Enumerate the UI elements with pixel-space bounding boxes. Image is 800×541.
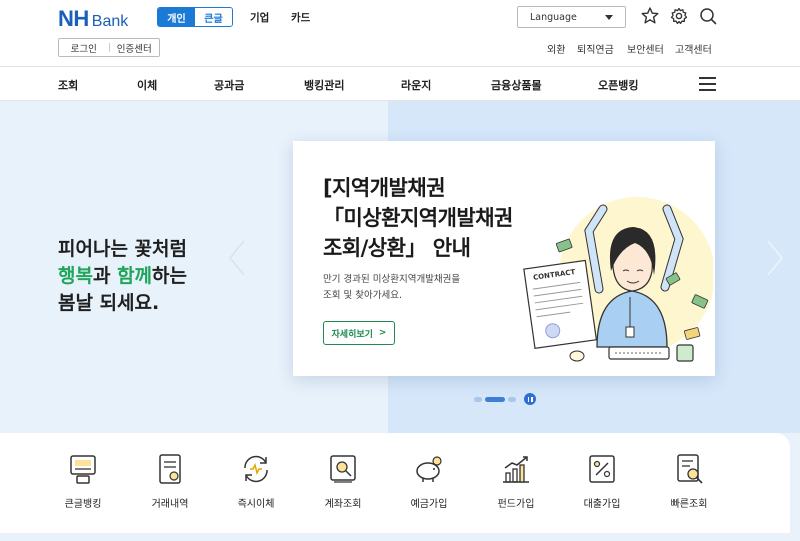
promo-description: 만기 경과된 미상환지역개발채권을 조회 및 찾아가세요.	[323, 274, 461, 301]
slogan-line-3: 봄날 되세요.	[58, 292, 160, 314]
quick-label: 즉시이체	[237, 499, 275, 510]
quick-label: 대출가입	[583, 499, 621, 510]
slide-indicator	[474, 393, 536, 405]
quick-label: 큰글뱅킹	[64, 499, 102, 510]
business-link[interactable]: 기업	[250, 10, 269, 25]
quick-inquiry-icon	[677, 454, 703, 484]
promo-card: [지역개발채권 「미상환지역개발채권 조회/상환」 안내 만기 경과된 미상환지…	[293, 141, 715, 376]
cert-center-link[interactable]: 인증센터	[110, 41, 160, 55]
util-retirement-pension[interactable]: 퇴직연금	[577, 41, 614, 56]
util-foreign-exchange[interactable]: 외환	[547, 41, 565, 56]
nav-banking-management[interactable]: 뱅킹관리	[304, 77, 344, 93]
promo-title: [지역개발채권 「미상환지역개발채권 조회/상환」 안내	[323, 176, 513, 260]
quick-label: 거래내역	[151, 499, 189, 510]
prev-slide-arrow-icon[interactable]	[226, 238, 248, 278]
loan-percent-icon	[589, 455, 615, 483]
gear-icon[interactable]	[669, 6, 689, 26]
nav-financial-mall[interactable]: 금융상품몰	[491, 77, 542, 93]
nav-open-banking[interactable]: 오픈뱅킹	[598, 77, 638, 93]
slogan-line-2: 행복과 함께하는	[58, 265, 188, 287]
transaction-history-icon	[159, 454, 181, 484]
login-link[interactable]: 로그인	[59, 41, 109, 55]
nav-transfer[interactable]: 이체	[137, 77, 157, 93]
quick-instant-transfer[interactable]: 즉시이체	[216, 452, 296, 510]
quick-large-text-banking[interactable]: 큰글뱅킹	[43, 452, 123, 510]
quick-label: 빠른조회	[670, 499, 708, 510]
hamburger-menu-icon[interactable]	[699, 77, 716, 91]
caret-down-icon	[605, 15, 613, 20]
quick-fast-inquiry[interactable]: 빠른조회	[649, 452, 729, 510]
logo-bank-text: Bank	[91, 13, 129, 30]
main-nav: 조회 이체 공과금 뱅킹관리 라운지 금융상품몰 오픈뱅킹	[0, 66, 800, 101]
login-group: 로그인 인증센터	[58, 38, 160, 57]
large-text-banking-icon	[70, 455, 96, 484]
quick-deposit-signup[interactable]: 예금가입	[389, 452, 469, 510]
quick-label: 계좌조회	[324, 499, 362, 510]
slide-dot[interactable]	[508, 396, 516, 402]
util-security-center[interactable]: 보안센터	[627, 41, 664, 56]
person-stretching-illustration: CONTRACT	[523, 197, 713, 362]
quick-fund-signup[interactable]: 펀드가입	[476, 452, 556, 510]
personal-tab[interactable]: 개인	[158, 8, 195, 26]
slide-dot-active[interactable]	[485, 396, 505, 402]
personal-simple-toggle: 개인 큰글	[157, 7, 233, 27]
large-text-tab[interactable]: 큰글	[195, 8, 232, 26]
util-customer-center[interactable]: 고객센터	[675, 41, 712, 56]
slogan-line-1: 피어나는 꽃처럼	[58, 238, 187, 260]
star-icon[interactable]	[640, 6, 660, 26]
hero-slogan: 피어나는 꽃처럼 행복과 함께하는 봄날 되세요.	[58, 236, 187, 317]
nav-lounge[interactable]: 라운지	[401, 77, 431, 93]
card-link[interactable]: 카드	[291, 10, 310, 25]
search-icon[interactable]	[698, 6, 718, 26]
header-top: NH Bank 개인 큰글 기업 카드 Language 로그인 인증센터 외환…	[0, 0, 800, 66]
nav-utility-bills[interactable]: 공과금	[214, 77, 244, 93]
language-select[interactable]: Language	[517, 6, 626, 28]
language-label: Language	[530, 11, 577, 23]
next-slide-arrow-icon[interactable]	[764, 238, 786, 278]
logo-nh-text: NH	[58, 6, 89, 31]
quick-label: 예금가입	[410, 499, 448, 510]
pause-icon[interactable]	[524, 393, 536, 405]
nh-bank-logo[interactable]: NH Bank	[58, 6, 129, 31]
see-more-button[interactable]: 자세히보기 >	[323, 321, 395, 345]
fund-chart-icon	[503, 456, 529, 483]
nav-inquiry[interactable]: 조회	[58, 77, 78, 93]
instant-transfer-icon	[244, 455, 268, 483]
quick-transaction-history[interactable]: 거래내역	[130, 452, 210, 510]
slide-dot[interactable]	[474, 396, 482, 402]
account-inquiry-icon	[330, 455, 356, 483]
piggy-bank-icon	[416, 456, 442, 482]
quick-loan-signup[interactable]: 대출가입	[562, 452, 642, 510]
quick-account-inquiry[interactable]: 계좌조회	[303, 452, 383, 510]
chevron-right-icon: >	[378, 328, 387, 338]
quick-label: 펀드가입	[497, 499, 535, 510]
